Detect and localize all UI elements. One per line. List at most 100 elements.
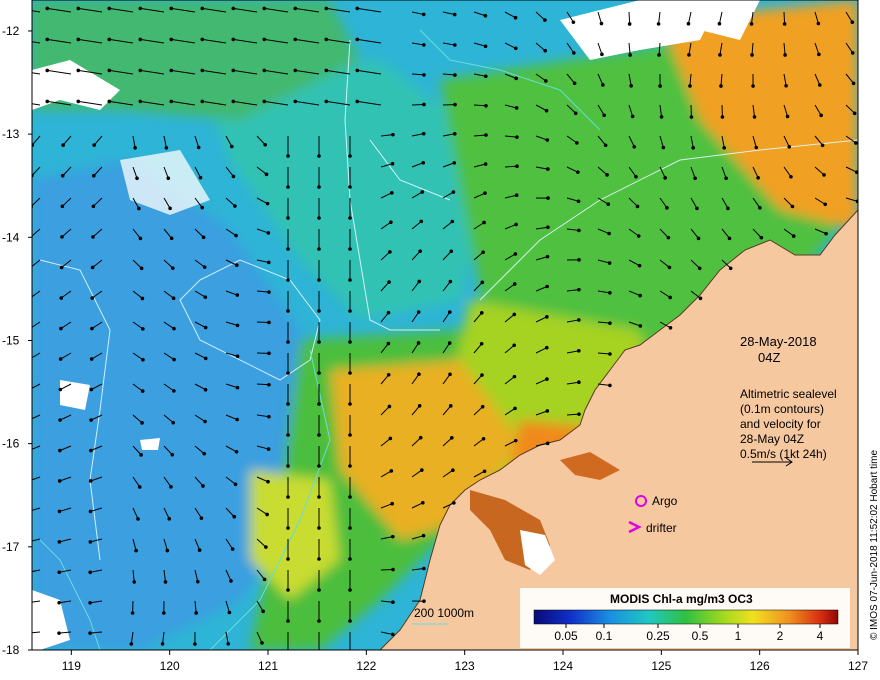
velocity-arrow-head bbox=[231, 174, 236, 179]
velocity-arrow-head bbox=[545, 315, 549, 319]
velocity-arrow-head bbox=[726, 206, 730, 211]
velocity-arrow-head bbox=[448, 279, 453, 284]
velocity-arrow-head bbox=[418, 435, 423, 440]
velocity-arrow-head bbox=[348, 247, 352, 251]
velocity-arrow-head bbox=[91, 235, 95, 239]
velocity-arrow-head bbox=[419, 219, 424, 224]
velocity-arrow-head bbox=[286, 309, 290, 313]
velocity-arrow-head bbox=[728, 266, 733, 271]
velocity-arrow-head bbox=[545, 138, 550, 142]
velocity-arrow-head bbox=[14, 100, 18, 104]
velocity-arrow-head bbox=[348, 309, 352, 313]
velocity-arrow-head bbox=[544, 345, 549, 350]
velocity-arrow-head bbox=[286, 495, 290, 499]
velocity-arrow-head bbox=[693, 176, 697, 181]
velocity-arrow-head bbox=[168, 206, 172, 211]
velocity-arrow-head bbox=[601, 83, 605, 87]
velocity-arrow-head bbox=[58, 387, 63, 392]
velocity-arrow-head bbox=[45, 68, 50, 73]
velocity-arrow-head bbox=[262, 37, 267, 42]
velocity-arrow-head bbox=[76, 37, 81, 42]
velocity-arrow-head bbox=[687, 53, 691, 57]
velocity-arrow-head bbox=[200, 68, 205, 73]
velocity-arrow-head bbox=[230, 547, 235, 551]
velocity-arrow-head bbox=[286, 650, 290, 654]
velocity-arrow-head bbox=[852, 111, 857, 116]
velocity-arrow-head bbox=[416, 310, 421, 314]
velocity-arrow-head bbox=[577, 287, 581, 292]
velocity-arrow-head bbox=[545, 441, 550, 446]
velocity-arrow-head bbox=[824, 231, 828, 236]
velocity-arrow-head bbox=[286, 247, 290, 251]
velocity-arrow-head bbox=[267, 414, 271, 419]
velocity-arrow-head bbox=[546, 167, 550, 171]
velocity-arrow-head bbox=[200, 99, 205, 104]
velocity-arrow-head bbox=[200, 6, 205, 11]
colorbar-gradient bbox=[533, 609, 839, 625]
velocity-arrow-head bbox=[390, 501, 395, 506]
velocity-arrow-head bbox=[355, 99, 360, 104]
velocity-arrow-head bbox=[286, 619, 290, 623]
velocity-arrow-head bbox=[266, 479, 270, 484]
velocity-arrow-head bbox=[199, 516, 204, 520]
velocity-arrow-head bbox=[163, 580, 168, 584]
velocity-arrow-head bbox=[785, 114, 790, 119]
drifter-label: drifter bbox=[646, 521, 677, 535]
velocity-arrow-head bbox=[577, 380, 581, 385]
velocity-arrow-head bbox=[90, 265, 95, 270]
velocity-arrow-head bbox=[130, 611, 135, 615]
velocity-arrow-head bbox=[286, 340, 290, 344]
velocity-arrow-head bbox=[267, 382, 271, 387]
velocity-arrow-head bbox=[293, 99, 298, 104]
velocity-arrow-head bbox=[76, 68, 81, 73]
velocity-arrow-head bbox=[514, 76, 518, 81]
velocity-arrow-head bbox=[571, 20, 576, 24]
velocity-arrow-head bbox=[417, 372, 421, 376]
velocity-arrow-head bbox=[543, 18, 547, 22]
velocity-arrow-head bbox=[719, 84, 723, 88]
velocity-arrow-head bbox=[752, 115, 757, 119]
velocity-arrow-head bbox=[390, 161, 395, 166]
velocity-arrow-head bbox=[61, 143, 65, 147]
velocity-arrow-head bbox=[286, 588, 290, 592]
velocity-arrow-head bbox=[58, 448, 62, 453]
velocity-arrow-head bbox=[417, 279, 422, 284]
velocity-arrow-head bbox=[76, 6, 81, 11]
colorbar-tick-label: 4 bbox=[817, 629, 824, 643]
velocity-arrow-head bbox=[727, 236, 732, 241]
credit-text: © IMOS 07-Jun-2018 11:52:02 Hobart time bbox=[869, 450, 880, 640]
velocity-arrow-head bbox=[231, 68, 236, 73]
velocity-arrow-head bbox=[167, 516, 172, 521]
velocity-arrow-head bbox=[27, 449, 31, 453]
velocity-arrow-head bbox=[317, 309, 321, 313]
velocity-arrow-head bbox=[235, 293, 240, 297]
velocity-arrow-head bbox=[482, 469, 487, 474]
velocity-arrow-head bbox=[27, 540, 31, 544]
velocity-arrow-head bbox=[422, 566, 426, 571]
velocity-arrow-head bbox=[234, 233, 238, 238]
velocity-arrow-head bbox=[293, 68, 298, 73]
lon-tick-label: 119 bbox=[62, 659, 81, 673]
velocity-arrow-head bbox=[850, 51, 855, 55]
velocity-arrow-head bbox=[27, 479, 31, 483]
velocity-arrow-head bbox=[698, 296, 703, 301]
velocity-arrow-head bbox=[484, 133, 488, 137]
velocity-arrow-head bbox=[286, 433, 290, 437]
velocity-arrow-head bbox=[14, 7, 18, 11]
velocity-arrow-head bbox=[233, 204, 237, 208]
velocity-arrow-head bbox=[198, 175, 203, 180]
velocity-arrow-head bbox=[577, 258, 581, 262]
velocity-arrow-head bbox=[89, 418, 93, 422]
velocity-arrow-head bbox=[171, 420, 176, 425]
velocity-arrow-head bbox=[235, 323, 240, 328]
velocity-arrow-head bbox=[26, 601, 30, 605]
velocity-arrow-head bbox=[137, 485, 142, 489]
colorbar: MODIS Chl-a mg/m3 OC3 0.05 0.1 0.25 0.5 1 2 4 bbox=[520, 588, 850, 648]
velocity-arrow-head bbox=[483, 44, 488, 49]
velocity-arrow-head bbox=[389, 469, 394, 473]
lat-tick-label: -16 bbox=[2, 437, 20, 451]
velocity-arrow-head bbox=[45, 6, 50, 11]
velocity-arrow-head bbox=[635, 204, 640, 209]
velocity-arrow-head bbox=[602, 113, 606, 118]
velocity-arrow-head bbox=[286, 557, 290, 561]
